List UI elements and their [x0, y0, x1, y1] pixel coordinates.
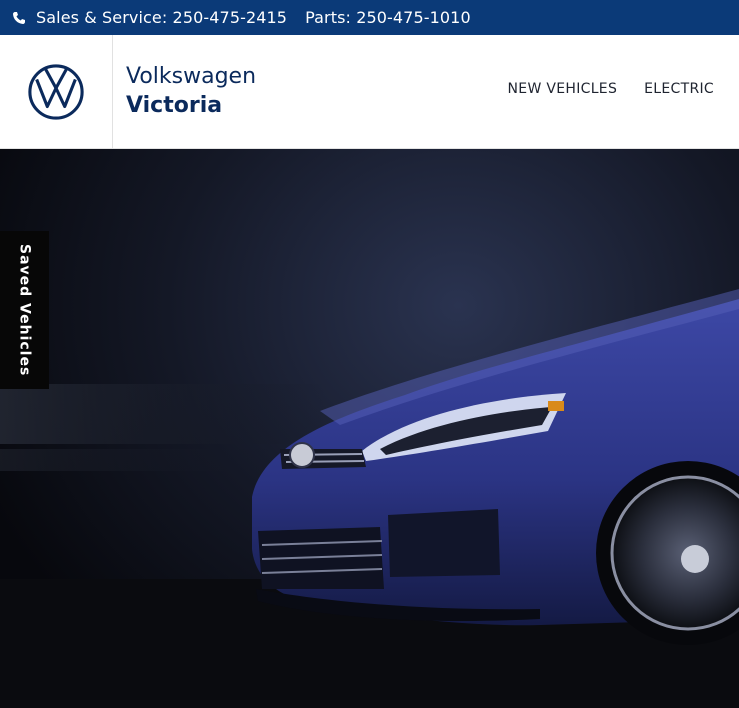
vw-logo-icon	[28, 64, 84, 120]
dealer-brand[interactable]: Volkswagen Victoria	[126, 63, 256, 121]
nav-new-vehicles[interactable]: NEW VEHICLES	[508, 81, 618, 97]
phone-icon	[12, 11, 26, 25]
hero-car-image	[0, 289, 739, 708]
saved-vehicles-tab[interactable]: Saved Vehicles	[0, 231, 49, 389]
parts-phone-link[interactable]: Parts: 250-475-1010	[305, 8, 471, 27]
brand-name: Volkswagen	[126, 64, 257, 89]
nav-electric[interactable]: ELECTRIC	[644, 81, 714, 97]
dealer-location: Victoria	[126, 93, 223, 118]
hero-banner[interactable]: Saved Vehicles	[0, 149, 739, 708]
logo-link[interactable]	[0, 35, 113, 149]
site-header: Volkswagen Victoria NEW VEHICLES ELECTRI…	[0, 35, 739, 149]
top-contact-bar: Sales & Service: 250-475-2415 Parts: 250…	[0, 0, 739, 35]
main-nav: NEW VEHICLES ELECTRIC	[508, 81, 714, 97]
saved-vehicles-label: Saved Vehicles	[16, 243, 33, 377]
sales-phone-link[interactable]: Sales & Service: 250-475-2415	[36, 8, 287, 27]
